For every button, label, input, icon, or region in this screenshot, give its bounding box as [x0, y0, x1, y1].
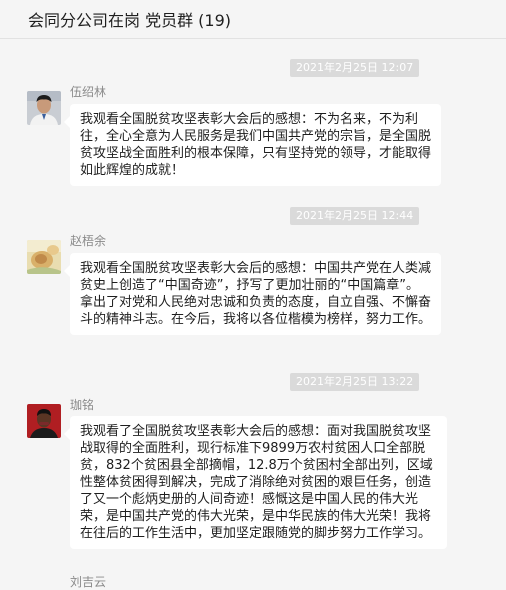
sender-name: 珈铭 — [70, 398, 95, 412]
sender-name: 伍绍林 — [70, 85, 107, 99]
flower-photo-avatar[interactable] — [27, 240, 61, 274]
group-title[interactable]: 会同分公司在岗 党员群 (19) — [28, 7, 231, 31]
message-bubble[interactable]: 我观看全国脱贫攻坚表彰大会后的感想：中国共产党在人类减贫史上创造了“中国奇迹”，… — [64, 253, 441, 335]
chat-header: 会同分公司在岗 党员群 (19) — [0, 0, 506, 39]
timestamp: 2021年2月25日 12:44 — [290, 207, 420, 225]
message-bubble[interactable]: 我观看了全国脱贫攻坚表彰大会后的感想：面对我国脱贫攻坚战取得的全面胜利，现行标准… — [64, 416, 447, 549]
message-bubble[interactable]: 我观看全国脱贫攻坚表彰大会后的感想：不为名来，不为利往，全心全意为人民服务是我们… — [64, 104, 441, 186]
timestamp: 2021年2月25日 13:22 — [290, 373, 420, 391]
message-list[interactable]: 2021年2月25日 12:07 伍绍林 我观看全国脱贫攻坚表彰大会后的感想：不… — [0, 39, 506, 589]
man-portrait-avatar[interactable] — [27, 91, 61, 125]
red-background-portrait-avatar[interactable] — [27, 404, 61, 438]
sender-name: 赵梧余 — [70, 234, 107, 248]
timestamp: 2021年2月25日 12:07 — [290, 59, 420, 77]
